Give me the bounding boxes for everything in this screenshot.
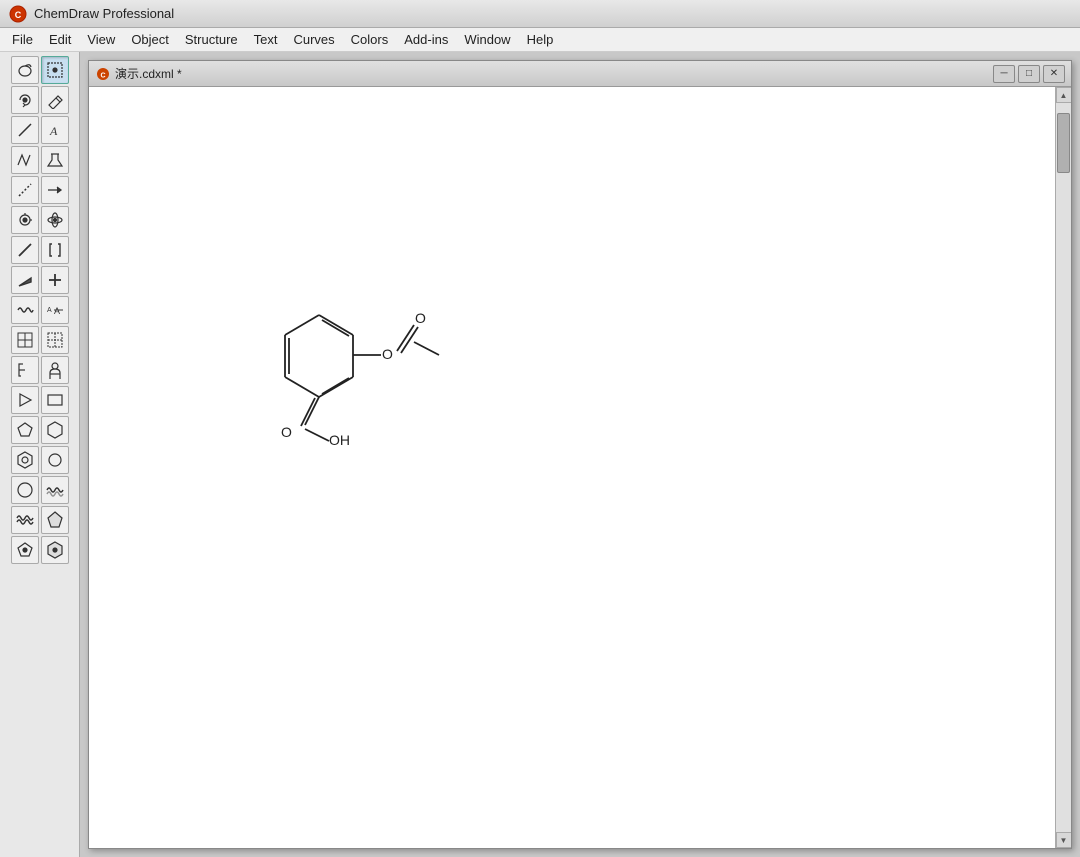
orbital-tool[interactable] — [41, 206, 69, 234]
circle-sm-tool[interactable] — [41, 446, 69, 474]
hex-ring-tool[interactable] — [11, 446, 39, 474]
toolbar-row-3: A — [11, 116, 69, 144]
doc-restore-btn[interactable]: □ — [1018, 65, 1040, 83]
menu-item-text[interactable]: Text — [246, 30, 286, 49]
svg-text:O: O — [281, 424, 292, 440]
menu-bar: FileEditViewObjectStructureTextCurvesCol… — [0, 28, 1080, 52]
arrow-tool[interactable] — [41, 176, 69, 204]
menu-item-window[interactable]: Window — [456, 30, 518, 49]
atom-map-tool[interactable] — [11, 206, 39, 234]
toolbar-row-6 — [11, 206, 69, 234]
toolbar-row-14 — [11, 446, 69, 474]
rotate-tool[interactable] — [11, 86, 39, 114]
scroll-track[interactable] — [1056, 103, 1071, 832]
table-tool[interactable] — [11, 326, 39, 354]
doc-canvas-wrapper: O O — [89, 87, 1071, 848]
plus-tool[interactable] — [41, 266, 69, 294]
molecule-svg: O O — [219, 237, 499, 477]
toolbar-row-5 — [11, 176, 69, 204]
toolbar-row-4 — [11, 146, 69, 174]
menu-item-help[interactable]: Help — [519, 30, 562, 49]
menu-item-structure[interactable]: Structure — [177, 30, 246, 49]
doc-canvas[interactable]: O O — [89, 87, 1055, 848]
doc-minimize-btn[interactable]: ─ — [993, 65, 1015, 83]
resize-tool[interactable]: A A — [41, 296, 69, 324]
menu-item-edit[interactable]: Edit — [41, 30, 79, 49]
doc-icon: C — [95, 66, 111, 82]
toolbar-row-1 — [11, 56, 69, 84]
main-layout: A — [0, 52, 1080, 857]
wave1-tool[interactable] — [41, 476, 69, 504]
toolbar-row-7 — [11, 236, 69, 264]
svg-text:A: A — [47, 307, 52, 314]
lasso-tool[interactable] — [11, 56, 39, 84]
vertical-scrollbar[interactable]: ▲ ▼ — [1055, 87, 1071, 848]
document-window: C 演示.cdxml * ─ □ ✕ — [88, 60, 1072, 849]
single-bond-tool[interactable] — [11, 236, 39, 264]
app-icon: C — [8, 4, 28, 24]
left-toolbar: A — [0, 52, 80, 857]
menu-item-file[interactable]: File — [4, 30, 41, 49]
dash-bond-tool[interactable] — [11, 176, 39, 204]
svg-text:O: O — [382, 346, 393, 362]
toolbar-row-2 — [11, 86, 69, 114]
person-tool[interactable] — [41, 356, 69, 384]
chain-tool[interactable] — [11, 146, 39, 174]
svg-text:A: A — [54, 306, 60, 316]
toolbar-row-17 — [11, 536, 69, 564]
erase-tool[interactable] — [41, 86, 69, 114]
scroll-down-arrow[interactable]: ▼ — [1056, 832, 1072, 848]
menu-item-add-ins[interactable]: Add-ins — [396, 30, 456, 49]
scroll-thumb[interactable] — [1057, 113, 1070, 173]
text-tool[interactable]: A — [41, 116, 69, 144]
content-area: C 演示.cdxml * ─ □ ✕ — [80, 52, 1080, 857]
table-dots-tool[interactable] — [41, 326, 69, 354]
menu-item-curves[interactable]: Curves — [285, 30, 342, 49]
wave2-tool[interactable] — [11, 506, 39, 534]
doc-close-btn[interactable]: ✕ — [1043, 65, 1065, 83]
menu-item-view[interactable]: View — [79, 30, 123, 49]
svg-text:O: O — [415, 310, 426, 326]
menu-item-object[interactable]: Object — [123, 30, 177, 49]
pentagon-tool[interactable] — [11, 416, 39, 444]
doc-title-bar: C 演示.cdxml * ─ □ ✕ — [89, 61, 1071, 87]
toolbar-row-9: A A — [11, 296, 69, 324]
play-tool[interactable] — [11, 386, 39, 414]
toolbar-row-12 — [11, 386, 69, 414]
scroll-up-arrow[interactable]: ▲ — [1056, 87, 1072, 103]
bracket-tool[interactable] — [41, 236, 69, 264]
toolbar-row-16 — [11, 506, 69, 534]
title-bar: C ChemDraw Professional — [0, 0, 1080, 28]
doc-title-text: 演示.cdxml * — [115, 65, 990, 82]
svg-text:A: A — [49, 124, 58, 138]
toolbar-row-11 — [11, 356, 69, 384]
toolbar-row-10 — [11, 326, 69, 354]
app-title: ChemDraw Professional — [34, 6, 174, 21]
penta-filled-tool[interactable] — [41, 506, 69, 534]
toolbar-row-13 — [11, 416, 69, 444]
menu-item-colors[interactable]: Colors — [343, 30, 397, 49]
circle-lg-tool[interactable] — [11, 476, 39, 504]
wavy-bond-tool[interactable] — [11, 296, 39, 324]
rect-shape-tool[interactable] — [41, 386, 69, 414]
svg-text:OH: OH — [329, 432, 350, 448]
svg-text:C: C — [15, 10, 22, 20]
wedge-bond-tool[interactable] — [11, 266, 39, 294]
hex-filled-tool[interactable] — [41, 536, 69, 564]
bond-line-tool[interactable] — [11, 116, 39, 144]
flask-tool[interactable] — [41, 146, 69, 174]
svg-text:C: C — [100, 72, 105, 79]
toolbar-row-15 — [11, 476, 69, 504]
select-tool[interactable] — [41, 56, 69, 84]
penta-outline-tool[interactable] — [11, 536, 39, 564]
hexagon-tool[interactable] — [41, 416, 69, 444]
bracket2-tool[interactable] — [11, 356, 39, 384]
toolbar-row-8 — [11, 266, 69, 294]
